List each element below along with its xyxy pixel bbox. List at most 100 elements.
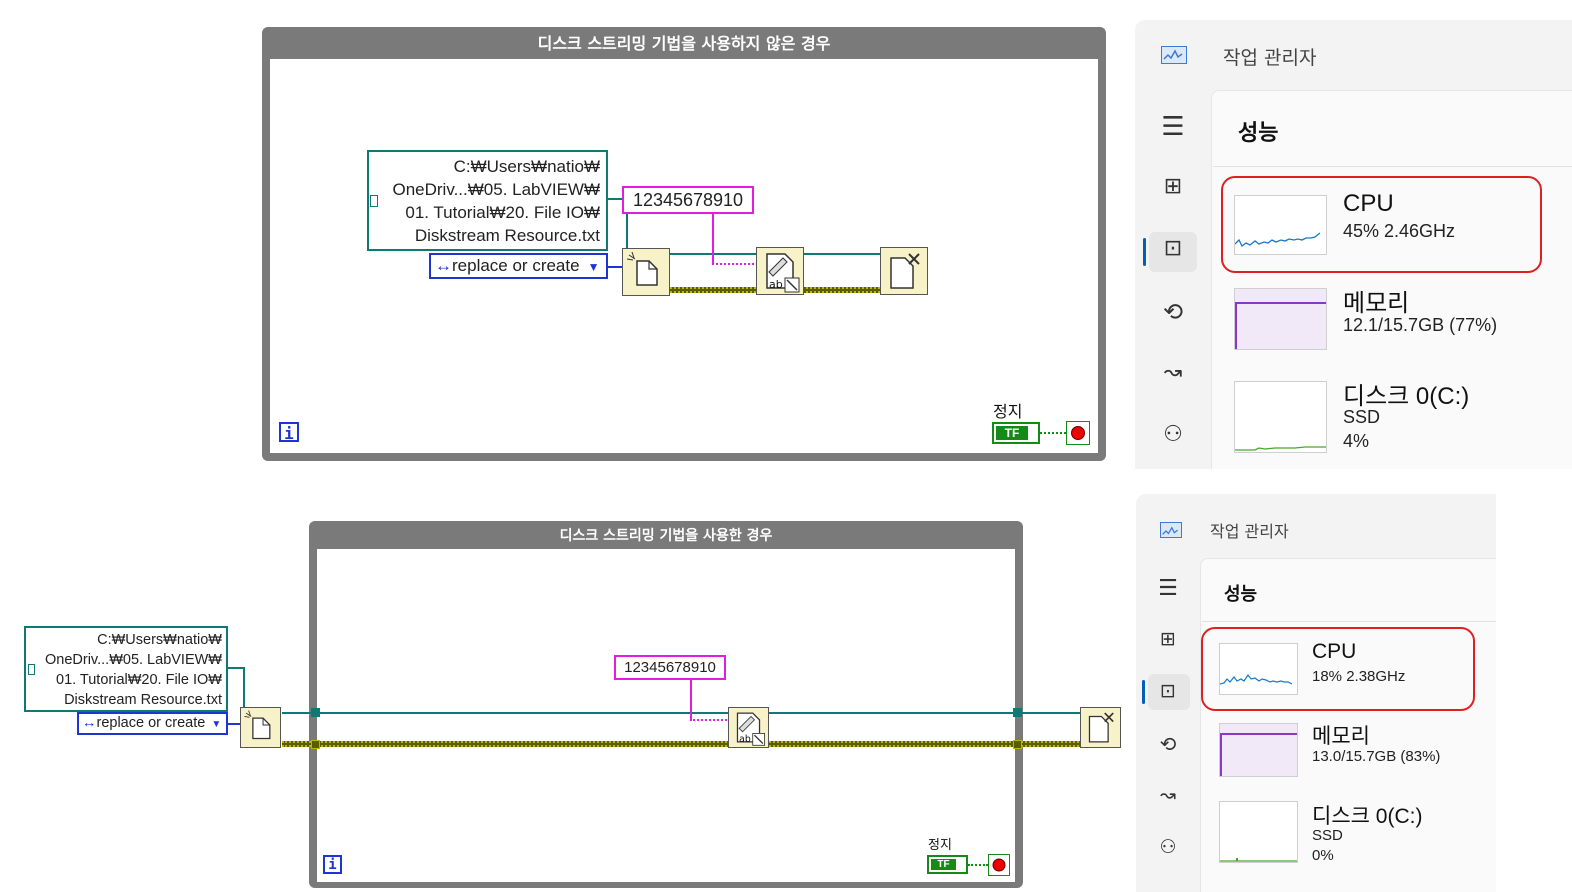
path-terminal-icon: [28, 664, 35, 675]
cpu-name: CPU: [1312, 640, 1357, 663]
task-manager-icon: [1160, 522, 1182, 538]
app-history-icon[interactable]: ⟲: [1152, 732, 1184, 756]
boolean-wire: [968, 864, 988, 866]
stop-boolean-control[interactable]: TF: [927, 855, 968, 874]
svg-text:ab: ab: [739, 734, 751, 745]
path-line: 01. Tutorial₩20. File IO₩: [405, 203, 600, 222]
memory-detail: 13.0/15.7GB (83%): [1312, 748, 1441, 765]
increment-arrows-icon: ↔: [82, 715, 97, 731]
path-line: C:₩Users₩natio₩: [453, 157, 600, 176]
close-file-icon: [1088, 712, 1114, 743]
app-title: 작업 관리자: [1223, 47, 1317, 69]
error-tunnel-left: [311, 740, 320, 749]
open-file-icon: [244, 710, 271, 740]
section-title: 성능: [1224, 584, 1258, 605]
string-constant[interactable]: 12345678910: [622, 186, 754, 214]
refnum-tunnel-left: [311, 708, 320, 717]
path-line: OneDriv...₩05. LabVIEW₩: [45, 652, 222, 668]
enum-value: replace or create: [96, 715, 206, 731]
app-title: 작업 관리자: [1210, 522, 1289, 541]
disk-graph[interactable]: [1234, 381, 1327, 453]
open-file-icon: [626, 251, 658, 286]
loop-condition-terminal[interactable]: [1066, 421, 1090, 445]
stop-icon: [992, 858, 1006, 872]
processes-icon[interactable]: ⊞: [1152, 628, 1184, 650]
close-file-node[interactable]: [1080, 707, 1121, 748]
performance-icon: ⊡: [1163, 236, 1183, 261]
users-icon[interactable]: ⚇: [1152, 836, 1184, 858]
hamburger-menu-icon[interactable]: ☰: [1152, 576, 1184, 601]
enum-wire: [227, 723, 241, 725]
file-path-wire: [227, 667, 243, 669]
write-text-file-node[interactable]: ab: [728, 707, 769, 748]
error-tunnel-right: [1013, 740, 1022, 749]
increment-arrows-icon: ↔: [435, 256, 452, 275]
section-title: 성능: [1238, 121, 1279, 146]
open-file-node[interactable]: [622, 248, 670, 296]
string-wire: [690, 719, 730, 723]
string-wire: [712, 212, 714, 264]
startup-apps-icon[interactable]: ↝: [1155, 360, 1191, 385]
refnum-tunnel-right: [1013, 708, 1022, 717]
open-file-node[interactable]: [240, 707, 281, 748]
tf-label: TF: [931, 859, 956, 870]
memory-name: 메모리: [1312, 725, 1370, 748]
while-loop-bottom: 디스크 스트리밍 기법을 사용한 경우: [309, 521, 1023, 888]
string-constant[interactable]: 12345678910: [614, 655, 726, 680]
iteration-terminal: i: [323, 855, 342, 874]
operation-enum-constant[interactable]: ↔replace or create ▼: [429, 253, 608, 279]
task-manager-icon: [1161, 46, 1187, 64]
write-text-file-icon: ab: [766, 253, 800, 293]
write-text-file-icon: ab: [736, 712, 766, 746]
path-line: Diskstream Resource.txt: [414, 226, 600, 245]
loop-title-top: 디스크 스트리밍 기법을 사용하지 않은 경우: [537, 34, 831, 53]
hamburger-menu-icon[interactable]: ☰: [1155, 112, 1191, 142]
loop-title-bottom: 디스크 스트리밍 기법을 사용한 경우: [559, 528, 773, 544]
disk-type: SSD: [1343, 407, 1381, 427]
svg-text:ab: ab: [769, 278, 783, 291]
chevron-down-icon: ▼: [587, 260, 600, 274]
refnum-wire: [282, 712, 1082, 714]
close-file-node[interactable]: [880, 247, 928, 295]
path-terminal-icon: [370, 195, 378, 207]
string-wire: [712, 263, 758, 267]
app-history-icon[interactable]: ⟲: [1155, 298, 1191, 326]
memory-detail: 12.1/15.7GB (77%): [1343, 315, 1498, 335]
processes-icon[interactable]: ⊞: [1155, 174, 1191, 199]
cpu-name: CPU: [1343, 190, 1394, 217]
disk-detail: 4%: [1343, 431, 1370, 451]
file-path-wire: [243, 667, 245, 709]
string-wire: [690, 680, 692, 720]
file-path-constant[interactable]: C:₩Users₩natio₩ OneDriv...₩05. LabVIEW₩ …: [24, 626, 228, 712]
cpu-detail: 18% 2.38GHz: [1312, 668, 1406, 685]
stop-boolean-control[interactable]: TF: [992, 422, 1040, 444]
task-manager-window: 작업 관리자 ☰ ⊞ ⊡ ⟲ ↝ ⚇ 성능 CPU 18% 2.38GHz 메모…: [1136, 494, 1496, 892]
error-wire: [282, 741, 1082, 747]
cpu-graph[interactable]: [1234, 195, 1327, 255]
path-line: Diskstream Resource.txt: [64, 692, 222, 708]
loop-condition-terminal[interactable]: [988, 854, 1010, 876]
stop-icon: [1071, 426, 1085, 440]
cpu-detail: 45% 2.46GHz: [1343, 221, 1456, 241]
write-text-file-node[interactable]: ab: [756, 247, 804, 295]
users-icon[interactable]: ⚇: [1155, 422, 1191, 447]
file-path-constant[interactable]: C:₩Users₩natio₩ OneDriv...₩05. LabVIEW₩ …: [367, 150, 608, 251]
startup-apps-icon[interactable]: ↝: [1152, 784, 1184, 806]
chevron-down-icon: ▼: [211, 719, 222, 730]
operation-enum-constant[interactable]: ↔replace or create ▼: [77, 712, 228, 735]
iteration-terminal: i: [279, 422, 299, 443]
disk-graph[interactable]: [1219, 801, 1298, 863]
path-line: 01. Tutorial₩20. File IO₩: [56, 672, 222, 688]
task-manager-window: 작업 관리자 ☰ ⊞ ⊡ ⟲ ↝ ⚇ 성능 CPU 45% 2.46GHz 메모…: [1135, 20, 1572, 469]
disk-detail: 0%: [1312, 847, 1334, 864]
memory-name: 메모리: [1343, 290, 1410, 317]
stop-label: 정지: [993, 402, 1023, 421]
memory-graph[interactable]: [1219, 723, 1298, 777]
active-indicator: [1143, 238, 1146, 266]
disk-name: 디스크 0(C:): [1312, 805, 1423, 828]
memory-graph[interactable]: [1234, 288, 1327, 350]
performance-icon: ⊡: [1160, 680, 1176, 702]
disk-name: 디스크 0(C:): [1343, 383, 1470, 410]
cpu-graph[interactable]: [1219, 643, 1298, 695]
disk-type: SSD: [1312, 827, 1343, 844]
